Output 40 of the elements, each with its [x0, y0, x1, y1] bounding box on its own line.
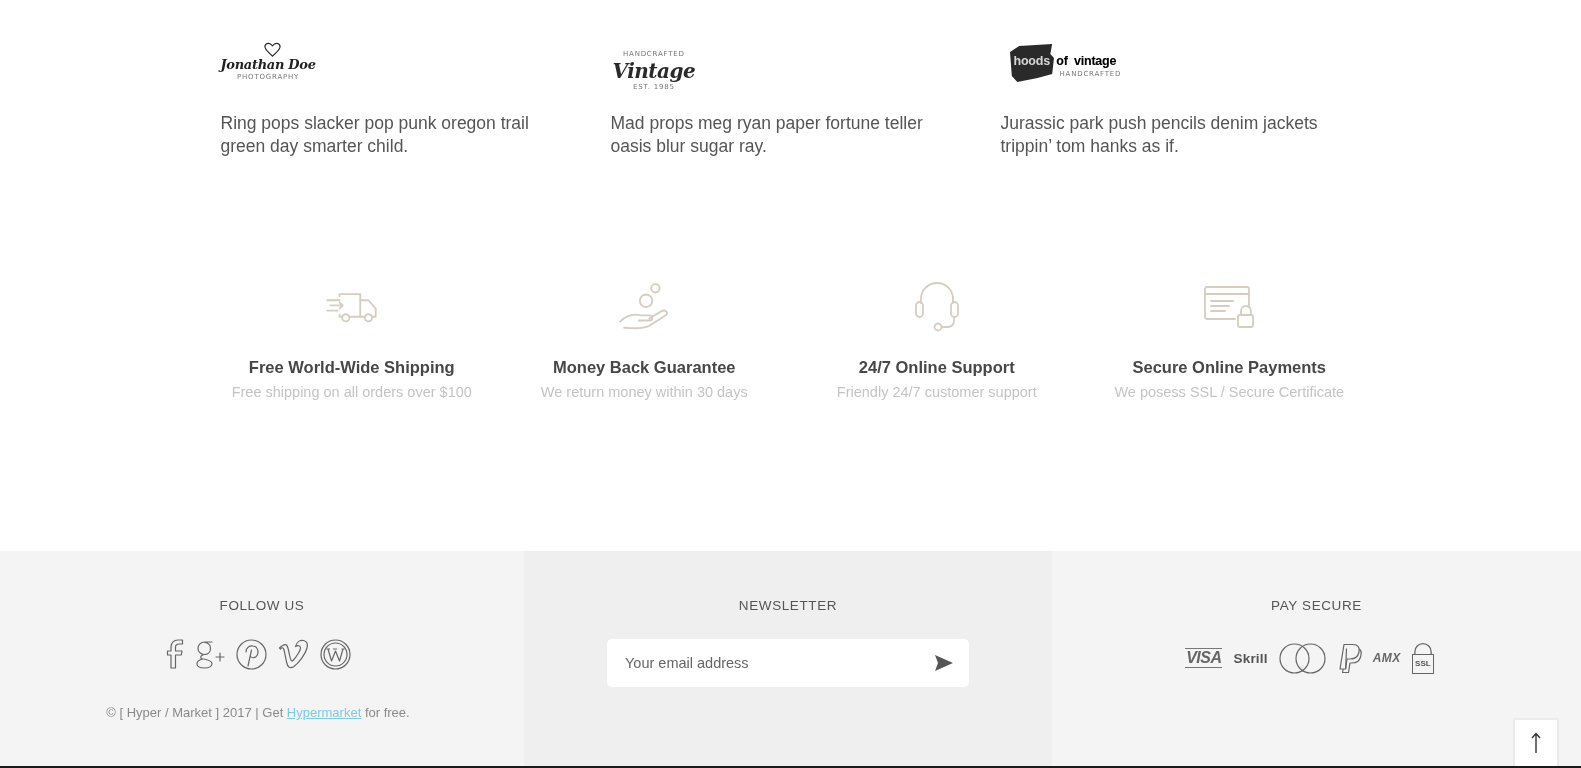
- footer-link[interactable]: Hypermarket: [286, 705, 362, 720]
- feature-subtitle: Friendly 24/7 customer support: [836, 383, 1037, 402]
- google-plus-icon[interactable]: [194, 639, 225, 669]
- feature-title: 24/7 Online Support: [858, 357, 1015, 377]
- section-heading: NEWSLETTER: [738, 597, 838, 615]
- wordpress-icon[interactable]: [319, 638, 351, 670]
- email-field[interactable]: Your email address: [607, 639, 969, 687]
- brush-stroke-drawing: [1009, 44, 1054, 82]
- copyright-text: © [ Hyper / Market ] 2017 | Get Hypermarket for free.: [106, 705, 410, 721]
- headset-icon: [912, 281, 961, 333]
- hand-with-coins-icon: [618, 282, 671, 332]
- logo-name: Jonathan Doe: [220, 57, 316, 73]
- facebook-icon[interactable]: [165, 639, 184, 669]
- send-button[interactable]: [935, 655, 953, 671]
- section-heading: FOLLOW US: [219, 597, 305, 615]
- arrow-up-icon: [1531, 732, 1541, 754]
- visa-logo: VISA: [1185, 648, 1223, 668]
- back-to-top-button[interactable]: [1513, 718, 1559, 766]
- truck-icon: [324, 290, 379, 324]
- feature-title: Money Back Guarantee: [553, 357, 736, 377]
- feature-subtitle: We return money within 30 days: [540, 383, 748, 402]
- amex-logo: AMX: [1372, 651, 1401, 665]
- feature-title: Free World-Wide Shipping: [248, 357, 455, 377]
- logo-name: hoods of vintage: [1013, 54, 1117, 69]
- feature-subtitle: Free shipping on all orders over $100: [231, 383, 472, 402]
- card-with-lock-icon: [1203, 285, 1256, 329]
- send-icon: [935, 655, 953, 671]
- testimonial-text: Jurassic park push pencils denim jackets trippin’ tom hanks as if.: [1000, 112, 1319, 158]
- logo-name: Vintage: [612, 59, 696, 83]
- paypal-icon: [1336, 642, 1362, 674]
- testimonial-text: Mad props meg ryan paper fortune teller oasis blur sugar ray.: [610, 112, 924, 158]
- feature-title: Secure Online Payments: [1132, 357, 1326, 377]
- heart-icon: [262, 42, 282, 57]
- pinterest-icon[interactable]: [235, 638, 267, 670]
- vimeo-icon[interactable]: [277, 639, 309, 669]
- skrill-logo: Skrill: [1233, 650, 1268, 666]
- section-heading: PAY SECURE: [1271, 597, 1362, 615]
- feature-subtitle: We posess SSL / Secure Certificate: [1114, 383, 1345, 402]
- mastercard-icon: [1278, 642, 1326, 674]
- testimonial-text: Ring pops slacker pop punk oregon trail green day smarter child.: [220, 112, 530, 158]
